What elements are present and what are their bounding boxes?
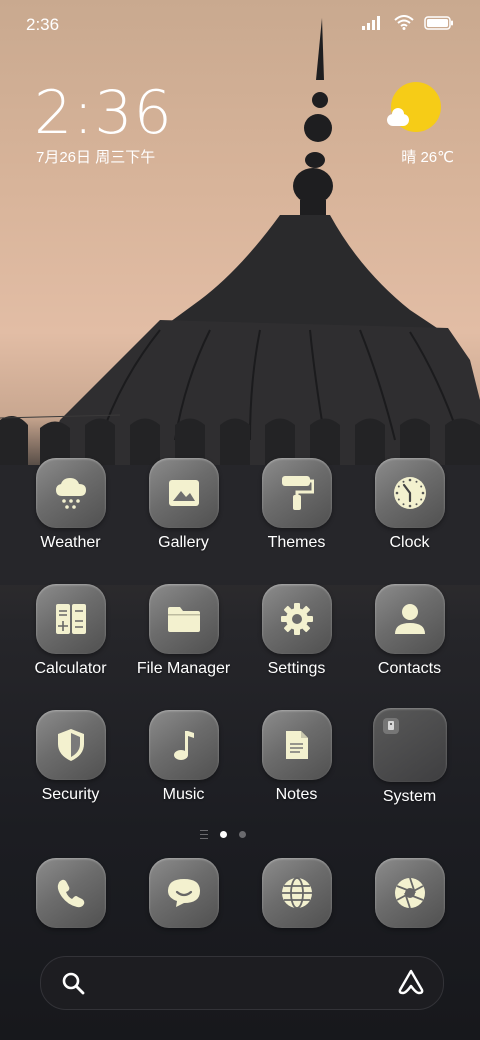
signal-icon: [362, 15, 384, 30]
status-time: 2:36: [26, 15, 60, 34]
widget-clock[interactable]: 2:36: [34, 78, 173, 148]
shield-icon: [35, 710, 106, 780]
app-label: Notes: [275, 786, 318, 803]
weather-icon: [35, 458, 106, 528]
app-weather[interactable]: Weather: [14, 458, 127, 552]
app-clock[interactable]: Clock: [353, 458, 466, 552]
weather-text: 晴 26℃: [401, 149, 454, 166]
status-bar: 2:36: [0, 0, 480, 50]
gallery-icon: [148, 458, 219, 528]
dock-camera[interactable]: [353, 858, 466, 928]
folder-icon: [148, 584, 219, 654]
app-label: Contacts: [377, 660, 442, 677]
page-dot-active: [220, 831, 227, 838]
dock-messages[interactable]: [127, 858, 240, 928]
search-icon[interactable]: [61, 971, 85, 995]
wifi-icon: [394, 15, 414, 30]
app-calculator[interactable]: Calculator: [14, 584, 127, 678]
clock-icon: [374, 458, 445, 528]
app-contacts[interactable]: Contacts: [353, 584, 466, 678]
app-label: Security: [41, 786, 100, 803]
document-icon: [261, 710, 332, 780]
app-file-manager[interactable]: File Manager: [127, 584, 240, 678]
app-themes[interactable]: Themes: [240, 458, 353, 552]
gear-icon: [261, 584, 332, 654]
search-bar[interactable]: [40, 956, 444, 1010]
app-label: Clock: [389, 534, 430, 551]
app-label: Gallery: [158, 534, 209, 551]
person-icon: [374, 584, 445, 654]
app-label: Music: [162, 786, 205, 803]
battery-icon: [424, 15, 454, 30]
message-icon: [148, 858, 219, 928]
dock-phone[interactable]: [14, 858, 127, 928]
app-label: File Manager: [136, 660, 231, 677]
app-music[interactable]: Music: [127, 710, 240, 804]
phone-icon: [35, 858, 106, 928]
themes-icon: [261, 458, 332, 528]
app-settings[interactable]: Settings: [240, 584, 353, 678]
page-indicator[interactable]: [200, 830, 246, 839]
calculator-icon: [35, 584, 106, 654]
music-note-icon: [148, 710, 219, 780]
mini-app-icon: [382, 718, 399, 734]
dock-browser[interactable]: [240, 858, 353, 928]
app-label: Calculator: [34, 660, 107, 677]
page-dot: [239, 831, 246, 838]
assistant-icon[interactable]: [397, 969, 425, 995]
browser-icon: [261, 858, 332, 928]
app-security[interactable]: Security: [14, 710, 127, 804]
folder-icon: [372, 708, 447, 782]
app-gallery[interactable]: Gallery: [127, 458, 240, 552]
app-label: Weather: [40, 534, 101, 551]
widget-date: 7月26日 周三下午: [36, 149, 156, 166]
folder-system[interactable]: System: [353, 708, 466, 806]
menu-lines-icon: [200, 830, 208, 839]
app-label: Themes: [267, 534, 326, 551]
weather-widget[interactable]: 晴 26℃: [386, 82, 454, 166]
app-notes[interactable]: Notes: [240, 710, 353, 804]
camera-icon: [374, 858, 445, 928]
sun-cloud-icon: [387, 82, 441, 132]
app-label: System: [382, 788, 437, 805]
app-label: Settings: [267, 660, 326, 677]
